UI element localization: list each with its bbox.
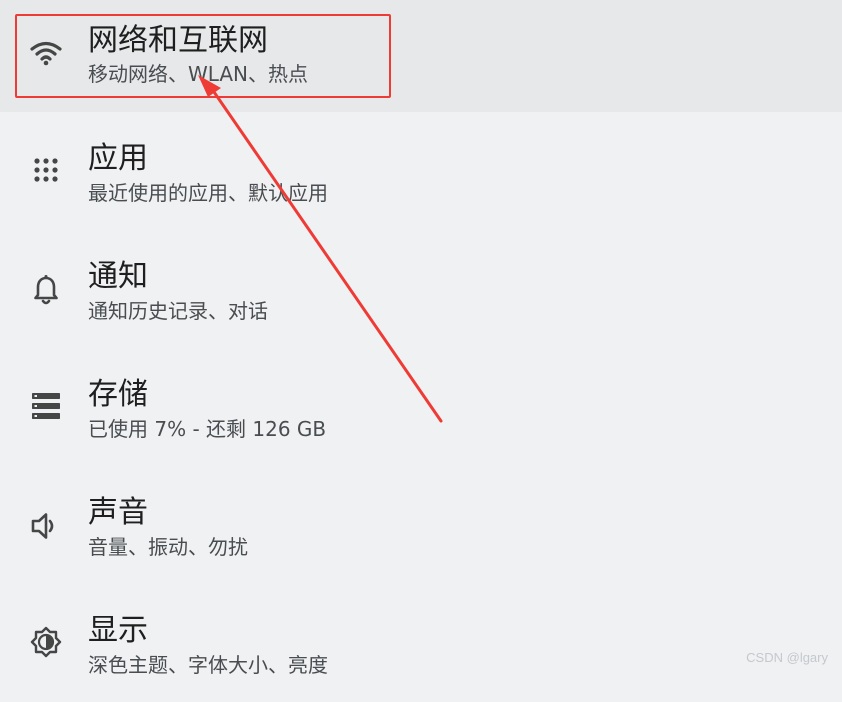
apps-grid-icon	[28, 152, 64, 188]
settings-item-apps[interactable]: 应用 最近使用的应用、默认应用	[0, 112, 842, 230]
item-title: 通知	[88, 259, 148, 294]
item-subtitle: 深色主题、字体大小、亮度	[88, 653, 328, 677]
bell-icon	[28, 272, 64, 308]
item-subtitle: 通知历史记录、对话	[88, 299, 268, 323]
storage-icon	[28, 388, 64, 424]
item-title: 应用	[88, 141, 148, 176]
item-subtitle: 已使用 7% - 还剩 126 GB	[88, 417, 327, 441]
settings-item-display[interactable]: 显示 深色主题、字体大小、亮度	[0, 584, 842, 702]
settings-item-sound[interactable]: 声音 音量、振动、勿扰	[0, 466, 842, 584]
settings-item-storage[interactable]: 存储 已使用 7% - 还剩 126 GB	[0, 348, 842, 466]
item-title: 显示	[88, 613, 148, 648]
item-title: 声音	[88, 495, 148, 530]
watermark-text: CSDN @lgary	[746, 650, 828, 665]
item-subtitle: 音量、振动、勿扰	[88, 535, 248, 559]
settings-item-notifications[interactable]: 通知 通知历史记录、对话	[0, 230, 842, 348]
item-subtitle: 最近使用的应用、默认应用	[88, 181, 328, 205]
item-title: 存储	[88, 377, 148, 412]
brightness-icon	[28, 624, 64, 660]
settings-list: 网络和互联网 移动网络、WLAN、热点 应用 最近使用的应用、默认应用 通知 通…	[0, 0, 842, 677]
annotation-highlight-box	[15, 14, 391, 98]
volume-icon	[28, 508, 64, 544]
